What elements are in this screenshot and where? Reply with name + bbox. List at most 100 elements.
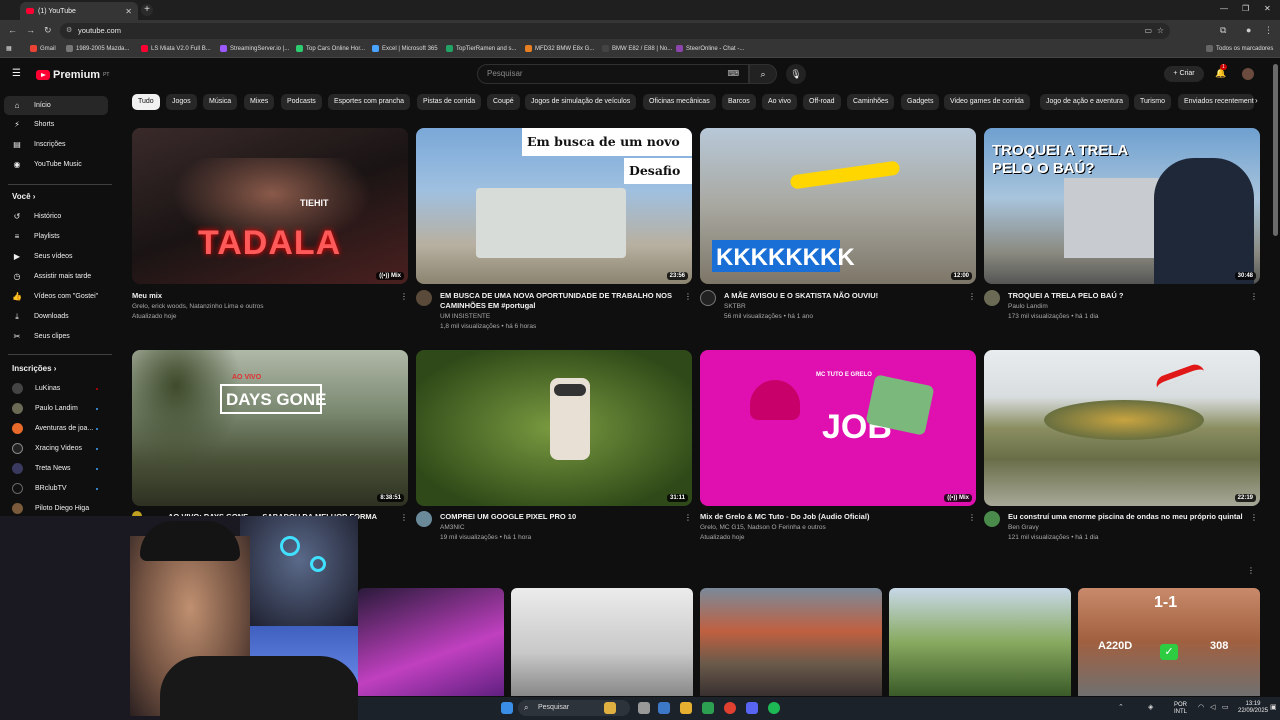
language-indicator[interactable]: POR INTL (1174, 702, 1187, 716)
short-thumbnail[interactable] (358, 588, 504, 696)
chevron-right-icon[interactable]: › (1255, 96, 1258, 105)
inscricoes-heading[interactable]: Inscrições › (12, 364, 56, 373)
sub-treta-news[interactable]: Treta News (4, 459, 108, 478)
reload-icon[interactable]: ↻ (44, 25, 52, 36)
bookmark-2[interactable]: LS Miata V2.0 Full B... (141, 45, 211, 52)
widget-icon[interactable] (604, 702, 616, 714)
short-thumbnail[interactable]: 1-1 A220D 308 ✓ (1078, 588, 1260, 696)
video-channel[interactable]: AM3NIC (440, 523, 690, 533)
video-channel[interactable]: SKTBR (724, 302, 974, 312)
wifi-icon[interactable]: ◠ (1198, 703, 1204, 711)
clock[interactable]: 13:19 22/09/2025 (1238, 701, 1268, 715)
bookmark-8[interactable]: BMW E82 / E88 | No... (602, 45, 672, 52)
chip-jogos[interactable]: Jogos (166, 94, 197, 110)
chrome-icon[interactable] (724, 702, 736, 714)
sidebar-item-clips[interactable]: ✂ Seus clipes (4, 327, 108, 346)
bookmark-6[interactable]: TopTierRamen and s... (446, 45, 516, 52)
sub-lukinas[interactable]: LuKinas (4, 379, 108, 398)
chip-oficinas[interactable]: Oficinas mecânicas (643, 94, 716, 110)
apps-icon[interactable]: ▦ (6, 45, 12, 52)
notifications-bell-icon[interactable]: 🔔 1 (1215, 64, 1227, 79)
video-title[interactable]: Meu mix (132, 291, 372, 301)
bookmark-1[interactable]: 1989-2005 Mazda... (66, 45, 129, 52)
chip-gadgets[interactable]: Gadgets (901, 94, 940, 110)
bookmark-9[interactable]: SteerOnline - Chat -... (676, 45, 744, 52)
video-title[interactable]: COMPREI UM GOOGLE PIXEL PRO 10 (440, 512, 680, 522)
chip-tudo[interactable]: Tudo (132, 94, 160, 110)
sidebar-item-seus-videos[interactable]: ▶ Seus vídeos (4, 247, 108, 266)
channel-avatar[interactable] (700, 290, 716, 306)
battery-icon[interactable]: ▭ (1222, 703, 1229, 711)
bookmark-4[interactable]: Top Cars Online Hor... (296, 45, 365, 52)
tray-chevron-icon[interactable]: ⌃ (1118, 703, 1124, 711)
back-icon[interactable]: ← (8, 25, 17, 35)
more-options-icon[interactable]: ⋮ (1250, 292, 1258, 301)
short-thumbnail[interactable] (511, 588, 693, 696)
bookmark-star-icon[interactable]: ☆ (1157, 23, 1164, 39)
video-thumbnail[interactable]: 31:11 (416, 350, 692, 506)
channel-avatar[interactable] (984, 511, 1000, 527)
bookmark-3[interactable]: StreamingServer.io |... (220, 45, 289, 52)
voce-heading[interactable]: Você › (12, 192, 35, 201)
extensions-icon[interactable]: ⧉ (1220, 25, 1226, 36)
bookmark-7[interactable]: MFD32 BMW E8x G... (525, 45, 594, 52)
channel-avatar[interactable] (416, 290, 432, 306)
profile-icon[interactable]: ● (1246, 25, 1251, 35)
chip-podcasts[interactable]: Podcasts (281, 94, 322, 110)
video-title[interactable]: Mix de Grelo & MC Tuto - Do Job (Audio O… (700, 512, 940, 522)
sidebar-item-shorts[interactable]: ⚡ Shorts (4, 115, 108, 134)
search-input[interactable]: Pesquisar ⌨ (477, 64, 749, 84)
more-options-icon[interactable]: ⋮ (684, 513, 692, 522)
sub-brclubtv[interactable]: BRclubTV (4, 479, 108, 498)
video-channel[interactable]: Paulo Landim (1008, 302, 1258, 312)
video-thumbnail[interactable]: TROQUEI A TRELA PELO O BAÚ? 30:48 (984, 128, 1260, 284)
tray-icon[interactable]: ◈ (1148, 703, 1153, 711)
sidebar-item-inscricoes[interactable]: ▤ Inscrições (4, 135, 108, 154)
more-options-icon[interactable]: ⋮ (968, 292, 976, 301)
hamburger-menu-icon[interactable]: ☰ (12, 68, 21, 79)
sidebar-item-historico[interactable]: ↺ Histórico (4, 207, 108, 226)
app-icon[interactable] (702, 702, 714, 714)
chip-esportes[interactable]: Esportes com prancha (328, 94, 411, 110)
all-bookmarks[interactable]: Todos os marcadores (1206, 45, 1273, 52)
chip-barcos[interactable]: Barcos (722, 94, 756, 110)
video-thumbnail[interactable]: 22:19 (984, 350, 1260, 506)
account-avatar[interactable] (1242, 68, 1254, 80)
short-thumbnail[interactable] (889, 588, 1071, 696)
bookmark-0[interactable]: Gmail (30, 45, 56, 52)
chip-coupe[interactable]: Coupé (487, 94, 520, 110)
sidebar-item-downloads[interactable]: ⤓ Downloads (4, 307, 108, 326)
channel-avatar[interactable] (416, 511, 432, 527)
video-channel[interactable]: Grelo, MC G15, Nadson O Ferinha e outros (700, 523, 950, 533)
menu-dots-icon[interactable]: ⋮ (1264, 25, 1273, 36)
chip-musica[interactable]: Música (203, 94, 238, 110)
close-tab-icon[interactable]: ✕ (125, 7, 132, 16)
close-window-icon[interactable]: ✕ (1264, 4, 1271, 13)
keyboard-icon[interactable]: ⌨ (727, 65, 739, 83)
video-title[interactable]: EM BUSCA DE UMA NOVA OPORTUNIDADE DE TRA… (440, 291, 680, 311)
notification-icon[interactable]: ▣ (1270, 703, 1277, 711)
chip-mixes[interactable]: Mixes (244, 94, 275, 110)
video-channel[interactable]: UM INSISTENTE (440, 312, 690, 322)
bookmark-5[interactable]: Excel | Microsoft 365 (372, 45, 438, 52)
more-options-icon[interactable]: ⋮ (400, 513, 408, 522)
youtube-logo[interactable]: Premium PT (36, 69, 109, 81)
forward-icon[interactable]: → (26, 25, 35, 35)
file-explorer-icon[interactable] (680, 702, 692, 714)
new-tab-button[interactable]: + (141, 4, 153, 16)
discord-icon[interactable] (746, 702, 758, 714)
chip-ao-vivo[interactable]: Ao vivo (762, 94, 797, 110)
url-field[interactable]: ⚙ youtube.com ▭ ☆ (60, 23, 1170, 39)
install-icon[interactable]: ▭ (1144, 23, 1152, 39)
sidebar-item-inicio[interactable]: ⌂ Início (4, 96, 108, 115)
search-button[interactable]: ⌕ (749, 64, 777, 84)
sub-paulo-landim[interactable]: Paulo Landim (4, 399, 108, 418)
chip-turismo[interactable]: Turismo (1134, 94, 1172, 110)
more-options-icon[interactable]: ⋮ (968, 513, 976, 522)
chip-pistas[interactable]: Pistas de corrida (417, 94, 482, 110)
volume-icon[interactable]: ◁ (1210, 703, 1215, 711)
spotify-icon[interactable] (768, 702, 780, 714)
site-info-icon[interactable]: ⚙ (66, 23, 72, 39)
maximize-icon[interactable]: ❐ (1242, 4, 1249, 13)
video-thumbnail[interactable]: AO VIVO DAYS GONE 8:38:51 (132, 350, 408, 506)
